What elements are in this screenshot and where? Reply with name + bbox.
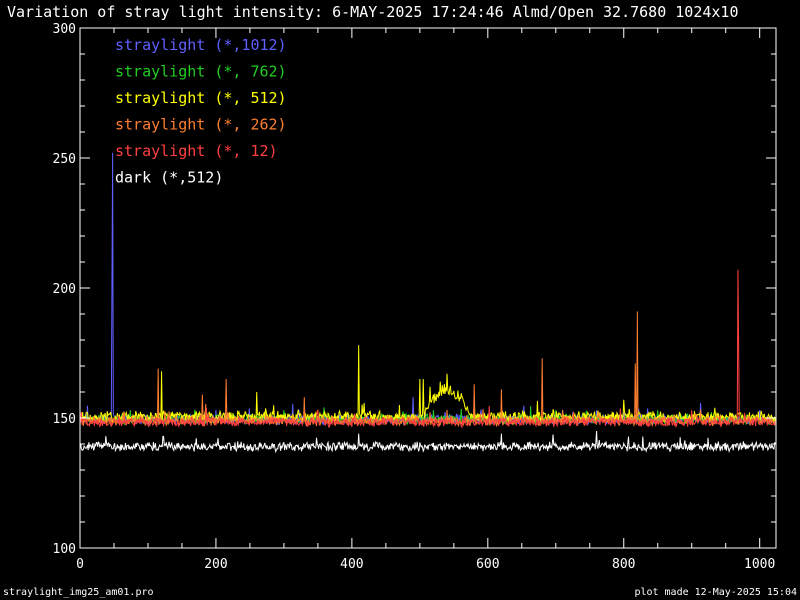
legend-entry: straylight (*, 762)	[115, 63, 287, 81]
x-tick-label: 1000	[744, 557, 775, 572]
legend-entry: dark (*,512)	[115, 169, 223, 187]
series-line-2	[79, 345, 776, 424]
legend-entry: straylight (*,1012)	[115, 36, 287, 54]
y-tick-label: 150	[53, 412, 76, 427]
chart-title: Variation of stray light intensity: 6-MA…	[7, 3, 739, 21]
series-line-3	[79, 311, 776, 428]
y-tick-label: 100	[53, 542, 76, 557]
legend-entry: straylight (*, 12)	[115, 142, 278, 160]
footer-right: plot made 12-May-2025 15:04	[634, 587, 797, 598]
series-line-0	[79, 152, 776, 427]
series-line-5	[79, 430, 776, 454]
series-line-4	[79, 269, 776, 429]
series-layer	[79, 152, 776, 454]
x-tick-label: 200	[204, 557, 227, 572]
y-tick-label: 250	[53, 152, 76, 167]
x-tick-label: 600	[476, 557, 499, 572]
legend-entry: straylight (*, 262)	[115, 116, 287, 134]
y-tick-label: 300	[53, 22, 76, 37]
y-tick-label: 200	[53, 282, 76, 297]
legend-entry: straylight (*, 512)	[115, 89, 287, 107]
x-tick-label: 0	[76, 557, 84, 572]
x-tick-label: 400	[340, 557, 363, 572]
footer-left: straylight_img25_am01.pro	[3, 587, 154, 598]
stray-light-chart: Variation of stray light intensity: 6-MA…	[3, 3, 797, 598]
legend: straylight (*,1012) straylight (*, 762) st…	[115, 36, 287, 187]
x-tick-label: 800	[612, 557, 635, 572]
